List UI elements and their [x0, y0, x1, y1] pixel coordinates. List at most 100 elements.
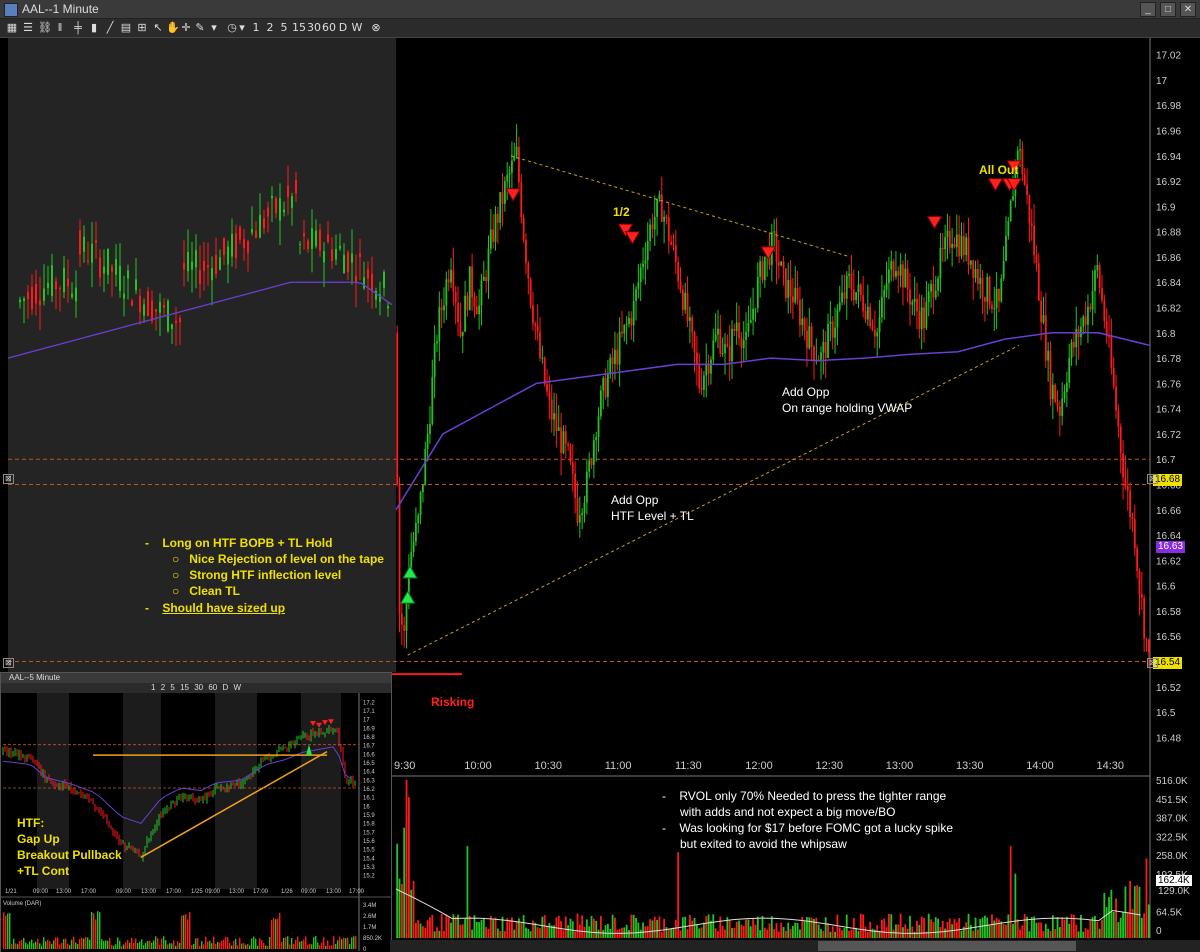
candle-body: [895, 271, 897, 277]
link-icon[interactable]: ⛓: [38, 20, 52, 36]
candle-body: [1075, 329, 1078, 348]
inset-timeframe-2[interactable]: 2: [161, 683, 165, 692]
timeframe-weekly-button[interactable]: W: [351, 20, 363, 36]
inset-timeframe-30[interactable]: 30: [194, 683, 203, 692]
indicator-icon[interactable]: ⊞: [136, 20, 148, 36]
drawing-menu-icon[interactable]: ▾: [208, 20, 220, 36]
inset-timeframe-1[interactable]: 1: [151, 683, 155, 692]
volume-bar: [930, 919, 932, 938]
volume-bar: [1047, 928, 1050, 938]
close-button[interactable]: ✕: [1180, 2, 1196, 17]
level-handle-icon[interactable]: ⊠: [3, 658, 14, 668]
volume-bar: [672, 927, 675, 938]
level-handle-icon[interactable]: ⊠: [3, 474, 14, 484]
timeframe-daily-button[interactable]: D: [338, 20, 348, 36]
cursor-icon[interactable]: ↖: [152, 20, 164, 36]
inset-volume-bar: [223, 939, 225, 949]
timeframe-1-button[interactable]: 1: [251, 20, 261, 36]
candle-body: [588, 460, 591, 472]
volume-bar: [717, 931, 719, 938]
candle-body: [548, 391, 551, 400]
y-tick-label: 16.62: [1156, 556, 1181, 567]
inset-volume-bar: [255, 938, 257, 949]
volume-bar: [927, 913, 930, 938]
scrollbar-thumb[interactable]: [818, 941, 1076, 951]
inset-volume-bar: [171, 943, 173, 949]
candle-body: [813, 346, 815, 362]
candle-style-icon[interactable]: ▮: [88, 20, 100, 36]
premarket-candle-body: [387, 306, 389, 309]
inset-volume-bar: [149, 940, 151, 949]
timeframe-15-button[interactable]: 15: [292, 20, 306, 36]
candle-body: [843, 292, 846, 299]
volume-bar: [1023, 914, 1026, 938]
timeframe-5-button[interactable]: 5: [279, 20, 289, 36]
timeframe-2-button[interactable]: 2: [265, 20, 275, 36]
volume-bar: [494, 917, 497, 938]
inset-volume-bar: [41, 945, 43, 949]
cancel-icon[interactable]: ⊗: [370, 20, 382, 36]
minimize-button[interactable]: _: [1140, 2, 1156, 17]
inset-chart-svg[interactable]: 17.2 17.1 17 16.9 16.8 16.7 16.6 16.5 16.4 16.3 16…: [1, 693, 391, 951]
timeframe-60-button[interactable]: 60: [322, 20, 336, 36]
level-handle-icon[interactable]: ⊠: [1147, 474, 1158, 484]
volume-bar: [871, 928, 874, 938]
inset-volume-bar: [309, 943, 311, 949]
candle-body: [452, 269, 455, 292]
volume-bar: [1129, 880, 1131, 938]
candle-body: [518, 146, 520, 183]
inset-timeframe-5[interactable]: 5: [170, 683, 174, 692]
crosshair-icon[interactable]: ✛: [180, 20, 192, 36]
bar-style-icon[interactable]: ╪: [72, 20, 84, 36]
timeframe-30-button[interactable]: 30: [307, 20, 321, 36]
draw-icon[interactable]: ✎: [194, 20, 206, 36]
inset-timeframe-weekly[interactable]: W: [234, 683, 242, 692]
candle-body: [1061, 398, 1064, 416]
volume-bar: [735, 921, 738, 938]
menu-icon[interactable]: ☰: [22, 20, 34, 36]
time-scrollbar[interactable]: [390, 940, 1200, 952]
candle-body: [473, 297, 476, 307]
chart-type-icon[interactable]: ▤: [120, 20, 132, 36]
candle-body: [1133, 519, 1136, 549]
premarket-candle-body: [183, 263, 185, 270]
hand-icon[interactable]: ✋: [166, 20, 180, 36]
volume-bar: [1077, 931, 1080, 938]
inset-timeframe-15[interactable]: 15: [180, 683, 189, 692]
inset-volume-bar: [67, 943, 69, 949]
volume-bar: [700, 927, 703, 938]
volume-bar: [1063, 919, 1066, 938]
inset-x-tick-label: 13:00: [141, 889, 157, 895]
candle-body: [412, 541, 415, 553]
line-style-icon[interactable]: ╱: [104, 20, 116, 36]
level-handle-icon[interactable]: ⊠: [1147, 658, 1158, 668]
inset-timeframe-60[interactable]: 60: [208, 683, 217, 692]
pause-icon[interactable]: ‖: [54, 20, 66, 36]
htf-inset-chart[interactable]: AAL--5 Minute 1 2 5 15 30 60 D W 17.2 17.…: [0, 672, 392, 952]
volume-bar: [918, 924, 921, 938]
candle-body: [625, 323, 628, 325]
candle-body: [747, 323, 750, 332]
y-tick-label: 17.02: [1156, 51, 1181, 62]
candle-body: [911, 301, 914, 305]
volume-bar: [1133, 886, 1136, 938]
clock-menu-icon[interactable]: ▾: [238, 20, 246, 36]
volume-bar: [967, 913, 970, 938]
maximize-button[interactable]: □: [1160, 2, 1176, 17]
clock-icon[interactable]: ◷: [226, 20, 238, 36]
volume-bar: [522, 915, 525, 938]
candle-body: [667, 217, 670, 242]
y-tick-label: 16.98: [1156, 101, 1181, 112]
inset-timeframe-daily[interactable]: D: [222, 683, 228, 692]
premarket-candle-body: [39, 300, 41, 306]
volume-bar: [515, 921, 518, 938]
volume-bar: [1000, 921, 1003, 938]
grid-icon[interactable]: ▦: [6, 20, 18, 36]
volume-bar: [518, 918, 520, 938]
inset-volume-bar: [345, 938, 347, 949]
candle-body: [920, 307, 923, 330]
candle-body: [525, 239, 527, 264]
volume-bar: [436, 927, 438, 938]
candle-body: [710, 359, 712, 374]
volume-bar: [431, 914, 434, 938]
